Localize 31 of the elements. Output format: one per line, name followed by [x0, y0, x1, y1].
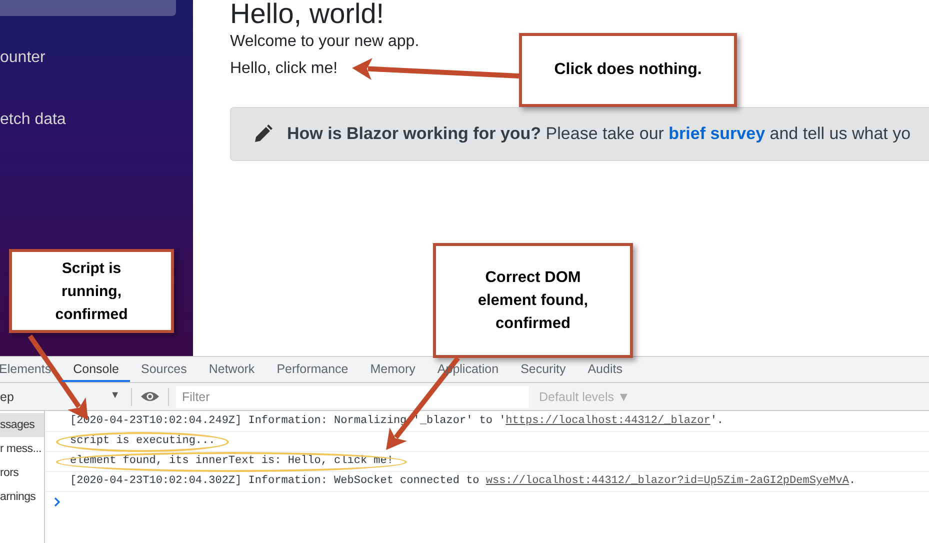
nav-item[interactable]: ounter — [0, 48, 176, 68]
pencil-icon — [253, 124, 273, 144]
tab[interactable]: Security — [510, 357, 577, 382]
url-link[interactable]: wss://localhost:44312/_blazor?id=Up5Zim-2aGI2pDemSyeMvA — [486, 475, 849, 487]
url-link[interactable]: https://localhost:44312/_blazor — [506, 415, 710, 427]
callout: Click does nothing. — [519, 33, 737, 107]
sidebar-filter[interactable]: ssages — [0, 413, 44, 437]
tab[interactable]: Network — [198, 357, 266, 382]
log-message: script is executing... — [70, 435, 216, 447]
page-heading: Hello, world! — [230, 0, 384, 28]
text-line: Hello, click me! — [230, 59, 338, 79]
tab[interactable]: Elements — [0, 357, 62, 382]
sidebar-filter[interactable]: rors — [0, 461, 44, 485]
prompt-icon — [54, 496, 60, 506]
log-message: [2020-04-23T10:02:04.249Z] Information: Normalizing '_blazor' to 'https://localhost:44312/_blazor'. — [70, 415, 724, 427]
tab[interactable]: Performance — [266, 357, 360, 382]
survey-link[interactable]: brief survey — [668, 124, 766, 143]
sidebar-filter[interactable]: r mess... — [0, 437, 44, 461]
log-message: [2020-04-23T10:02:04.302Z] Information: WebSocket connected to wss://localhost:44312/_blazor?id=Up5Zim-2aGI2pDemSyeMvA. — [70, 475, 856, 487]
sidebar-filter[interactable]: arnings — [0, 485, 44, 509]
tab[interactable]: Memory — [359, 357, 426, 382]
tab[interactable]: Sources — [130, 357, 198, 382]
filter-field[interactable]: Filter — [176, 386, 529, 408]
nav-item[interactable]: etch data — [0, 110, 176, 130]
callout: Correct DOM element found, confirmed — [433, 243, 633, 358]
tab[interactable]: Audits — [576, 357, 634, 382]
survey-message: How is Blazor working for you? Please take our brief survey and tell us what yo — [287, 124, 911, 144]
context-selector[interactable]: ep ▼ — [0, 390, 122, 404]
callout: Script is running, confirmed — [9, 249, 174, 333]
eye-icon[interactable] — [141, 391, 159, 402]
text-line: Welcome to your new app. — [230, 32, 420, 52]
